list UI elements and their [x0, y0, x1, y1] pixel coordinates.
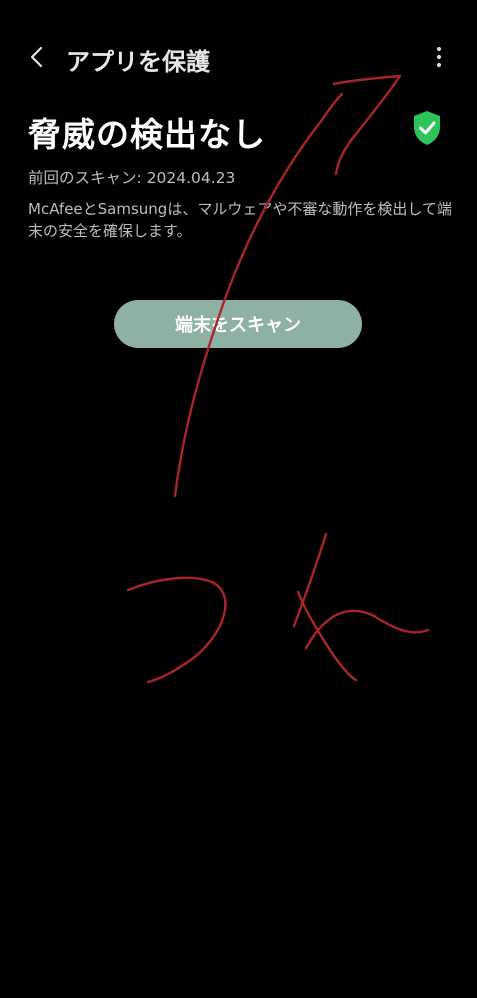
more-vertical-icon: [436, 46, 442, 68]
chevron-left-icon: [30, 46, 43, 68]
protection-description: McAfeeとSamsungは、マルウェアや不審な動作を検出して端末の安全を確保…: [28, 200, 452, 240]
back-button[interactable]: [22, 42, 52, 72]
status-title: 脅威の検出なし: [28, 115, 266, 154]
scan-device-button[interactable]: 端末をスキャン: [114, 300, 362, 348]
page-title: アプリを保護: [66, 48, 210, 76]
last-scan-date: 前回のスキャン: 2024.04.23: [28, 169, 236, 187]
more-options-button[interactable]: [424, 42, 454, 72]
app-header: アプリを保護: [0, 28, 477, 86]
shield-check-icon: [414, 111, 440, 145]
